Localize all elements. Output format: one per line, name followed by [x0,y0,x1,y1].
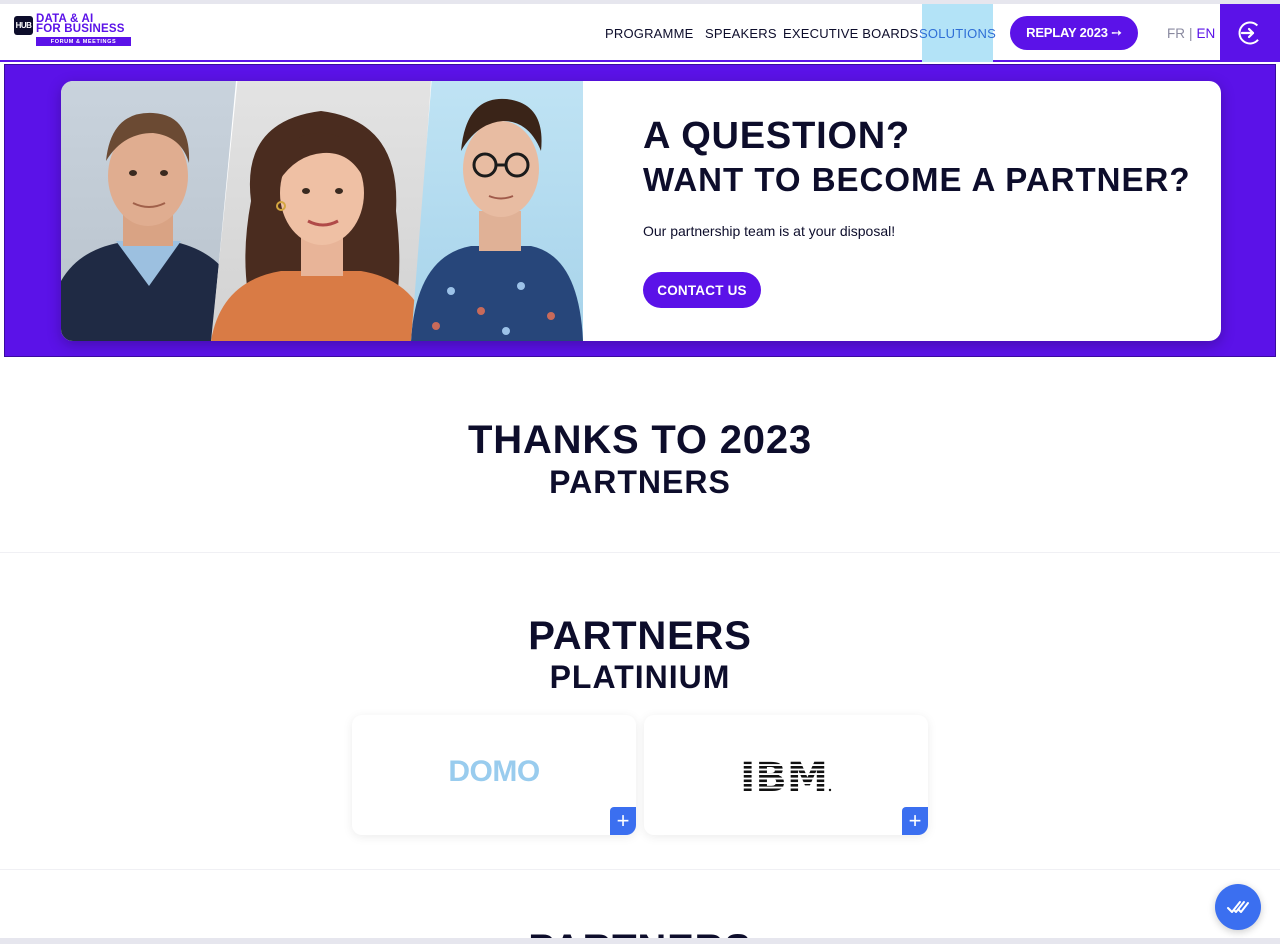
domo-logo: DOMO [448,755,540,788]
nav-solutions[interactable]: SOLUTIONS [919,4,996,62]
partners-tier-subtitle: PLATINIUM [549,659,731,695]
section-divider [0,869,1280,870]
login-arrow-icon [1238,21,1262,45]
nav-programme[interactable]: PROGRAMME [605,4,693,62]
window-bottom-edge [0,938,1280,944]
replay-2023-button[interactable]: REPLAY 2023 ➙ [1010,16,1138,50]
contact-us-button[interactable]: CONTACT US [643,272,761,308]
partnership-team-photo [61,81,583,341]
team-member-photo [211,81,431,341]
hero-description: Our partnership team is at your disposal… [643,223,896,239]
site-header: HUB DATA & AI FOR BUSINESS FORUM & MEETI… [0,4,1280,62]
team-member-photo [411,81,583,341]
hero-title: A QUESTION? [643,115,911,157]
partner-card-ibm[interactable]: IBM + [644,715,928,835]
partner-hero-card: A QUESTION? WANT TO BECOME A PARTNER? Ou… [61,81,1221,341]
hub-badge: HUB [14,16,33,35]
partner-card-domo[interactable]: DOMO + [352,715,636,835]
logo-tagline: FORUM & MEETINGS [36,37,131,46]
ibm-logo: IBM [740,757,832,793]
lang-fr-link[interactable]: FR [1167,26,1185,41]
section-divider [0,552,1280,553]
plus-icon[interactable]: + [610,807,636,835]
lang-en-link[interactable]: EN [1197,26,1216,41]
chat-widget-button[interactable] [1215,884,1261,930]
thanks-section-title: THANKS TO 2023 [468,418,812,462]
site-logo[interactable]: HUB DATA & AI FOR BUSINESS FORUM & MEETI… [14,13,132,48]
plus-icon[interactable]: + [902,807,928,835]
partners-section-title: PARTNERS [528,614,752,658]
login-button[interactable] [1220,4,1280,62]
logo-title-line2: FOR BUSINESS [36,23,125,35]
thanks-section-subtitle: PARTNERS [549,464,731,500]
team-member-photo [61,81,236,341]
chat-icon [1227,901,1249,913]
lang-separator: | [1189,25,1193,41]
partner-hero-banner: A QUESTION? WANT TO BECOME A PARTNER? Ou… [4,64,1276,357]
nav-speakers[interactable]: SPEAKERS [705,4,777,62]
nav-executive-boards[interactable]: EXECUTIVE BOARDS [783,4,918,62]
language-switcher: FR | EN [1167,4,1215,62]
hero-subtitle: WANT TO BECOME A PARTNER? [643,161,1191,198]
